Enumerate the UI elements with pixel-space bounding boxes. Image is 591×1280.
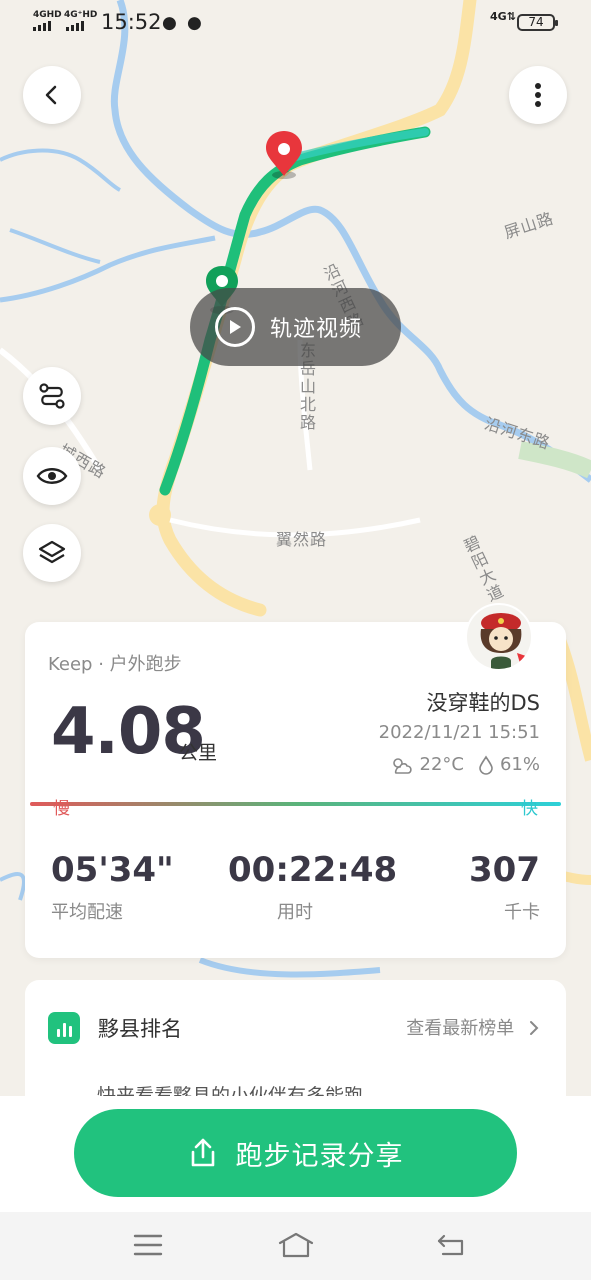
- username[interactable]: 没穿鞋的DS: [426, 687, 540, 717]
- pace-fast-label: 快: [521, 799, 538, 819]
- back-button[interactable]: [23, 66, 81, 124]
- play-icon: [215, 307, 255, 347]
- track-video-label: 轨迹视频: [270, 317, 363, 342]
- map-label-yiran-road: 翼然路: [276, 530, 328, 549]
- stat-calories: 307 千卡: [469, 850, 540, 924]
- average-pace-value: 05'34": [51, 850, 174, 890]
- average-pace-label: 平均配速: [51, 902, 123, 923]
- network-type: 4G⇅: [490, 10, 516, 23]
- ranking-chart-icon: [48, 1012, 80, 1044]
- back-nav-icon[interactable]: [435, 1230, 467, 1260]
- chevron-right-icon: [530, 1021, 539, 1035]
- share-icon: [191, 1138, 214, 1167]
- duration-label: 用时: [277, 902, 313, 923]
- activity-source: Keep · 户外跑步: [48, 654, 182, 675]
- activity-datetime: 2022/11/21 15:51: [378, 722, 540, 743]
- run-summary-card: Keep · 户外跑步 4.08 公里 没穿鞋的DS 2022/11/21 15…: [25, 622, 566, 958]
- visibility-button[interactable]: [23, 447, 81, 505]
- menu-icon[interactable]: [133, 1230, 163, 1260]
- track-video-button[interactable]: 轨迹视频: [190, 288, 401, 366]
- calories-value: 307: [469, 850, 540, 890]
- view-leaderboard-link[interactable]: 查看最新榜单: [406, 1014, 540, 1040]
- distance-unit: 公里: [179, 742, 218, 764]
- avatar[interactable]: [465, 603, 533, 671]
- signal-label-2: 4G⁺HD: [64, 10, 98, 20]
- eye-icon: [36, 468, 68, 484]
- signal-icon-2: [66, 21, 84, 31]
- pace-slow-label: 慢: [53, 799, 70, 819]
- more-vertical-icon: [535, 83, 541, 107]
- route-icon: [39, 383, 65, 409]
- humidity-icon: [479, 755, 493, 775]
- pace-gradient-bar: [30, 802, 561, 806]
- humidity: 61%: [499, 754, 540, 775]
- partly-cloudy-icon: [392, 757, 412, 774]
- view-leaderboard-label: 查看最新榜单: [406, 1018, 515, 1039]
- weather-info: 22°C 61%: [390, 754, 540, 775]
- route-toggle-button[interactable]: [23, 367, 81, 425]
- signal-icon-1: [33, 21, 51, 31]
- duration-value: 00:22:48: [228, 850, 398, 890]
- calories-label: 千卡: [504, 902, 540, 923]
- wechat-icon: ●: [162, 13, 177, 33]
- chevron-left-icon: [45, 85, 57, 105]
- share-run-button[interactable]: 跑步记录分享: [74, 1109, 517, 1197]
- battery-icon: 74: [517, 14, 558, 31]
- message-icon: ●: [187, 13, 202, 33]
- stat-duration: 00:22:48 用时: [228, 850, 398, 924]
- map-layers-button[interactable]: [23, 524, 81, 582]
- more-button[interactable]: [509, 66, 567, 124]
- clock: 15:52: [101, 10, 162, 34]
- ranking-title: 黟县排名: [98, 1017, 182, 1041]
- system-nav-bar: [0, 1212, 591, 1280]
- stat-average-pace: 05'34" 平均配速: [51, 850, 174, 924]
- layers-icon: [38, 540, 66, 564]
- home-icon[interactable]: [277, 1230, 315, 1260]
- share-run-label: 跑步记录分享: [235, 1140, 404, 1172]
- status-bar: 4GHD 4G⁺HD 15:52 ● ● 4G⇅ 74: [0, 0, 591, 46]
- share-bar: 跑步记录分享: [0, 1096, 591, 1212]
- temperature: 22°C: [419, 754, 464, 775]
- signal-label-1: 4GHD: [33, 10, 62, 20]
